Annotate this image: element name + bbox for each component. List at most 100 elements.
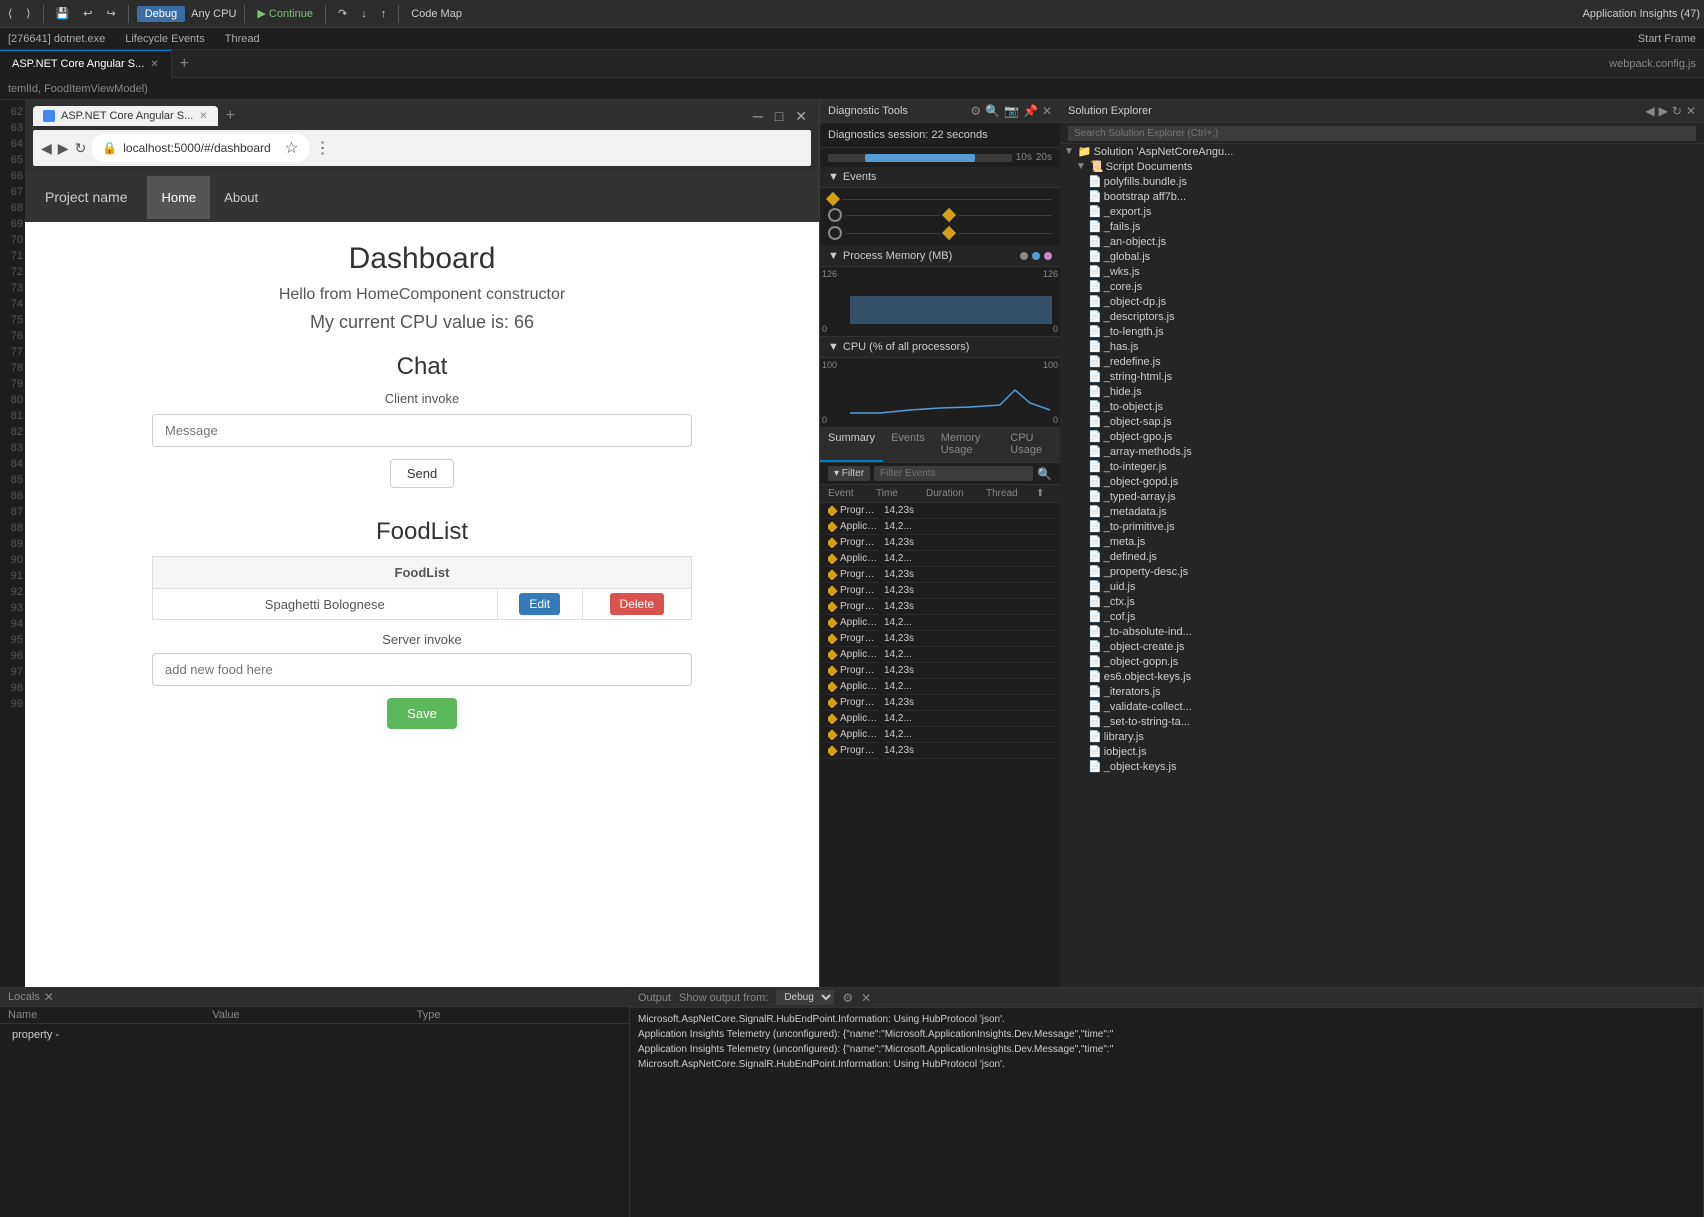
tab-aspnet[interactable]: ASP.NET Core Angular S... ✕ (0, 50, 172, 78)
file-item-2[interactable]: 📄_export.js (1060, 204, 1704, 219)
file-item-30[interactable]: 📄_to-absolute-ind... (1060, 624, 1704, 639)
file-item-0[interactable]: 📄polyfills.bundle.js (1060, 174, 1704, 189)
food-item-input[interactable] (237, 597, 413, 612)
file-item-39[interactable]: 📄_object-keys.js (1060, 759, 1704, 774)
filter-input[interactable] (874, 466, 1033, 481)
diag-tab-events[interactable]: Events (883, 428, 933, 462)
file-item-23[interactable]: 📄_to-primitive.js (1060, 519, 1704, 534)
event-item-9[interactable]: Application Insigh...14,2... (820, 647, 1060, 663)
code-map-btn[interactable]: Code Map (407, 6, 466, 22)
file-item-26[interactable]: 📄_property-desc.js (1060, 564, 1704, 579)
event-item-14[interactable]: Application Insigh...14,2... (820, 727, 1060, 743)
event-item-10[interactable]: Program Output...14,23s (820, 663, 1060, 679)
diag-pin-btn[interactable]: 📌 (1023, 104, 1038, 118)
nav-about[interactable]: About (210, 176, 272, 219)
file-item-24[interactable]: 📄_meta.js (1060, 534, 1704, 549)
file-item-21[interactable]: 📄_typed-array.js (1060, 489, 1704, 504)
browser-new-tab-btn[interactable]: + (222, 107, 239, 125)
save-btn[interactable]: 💾 (52, 5, 74, 22)
file-item-34[interactable]: 📄_iterators.js (1060, 684, 1704, 699)
event-item-5[interactable]: Program Output...14,23s (820, 583, 1060, 599)
sol-close-btn[interactable]: ✕ (1686, 104, 1696, 118)
cpu-section-header[interactable]: ▼ CPU (% of all processors) (820, 337, 1060, 358)
step-into-btn[interactable]: ↓ (357, 6, 371, 22)
event-item-1[interactable]: Application Insigh...14,2... (820, 519, 1060, 535)
sol-refresh-btn[interactable]: ↻ (1672, 104, 1682, 118)
diag-tab-cpu[interactable]: CPU Usage (1002, 428, 1060, 462)
event-item-0[interactable]: Program Output...14,23s (820, 503, 1060, 519)
file-item-13[interactable]: 📄_string-html.js (1060, 369, 1704, 384)
file-item-3[interactable]: 📄_fails.js (1060, 219, 1704, 234)
filter-search-btn[interactable]: 🔍 (1037, 467, 1052, 481)
event-item-12[interactable]: Program Output...14,23s (820, 695, 1060, 711)
event-item-3[interactable]: Application Insigh...14,2... (820, 551, 1060, 567)
file-item-22[interactable]: 📄_metadata.js (1060, 504, 1704, 519)
file-item-17[interactable]: 📄_object-gpo.js (1060, 429, 1704, 444)
browser-reload-btn[interactable]: ↻ (75, 140, 87, 157)
close-btn[interactable]: ✕ (791, 108, 811, 125)
file-item-18[interactable]: 📄_array-methods.js (1060, 444, 1704, 459)
diag-search-btn[interactable]: 🔍 (985, 104, 1000, 118)
memory-section-header[interactable]: ▼ Process Memory (MB) (820, 246, 1060, 267)
forward-btn[interactable]: ⟩ (22, 5, 34, 22)
event-item-13[interactable]: Application Insigh...14,2... (820, 711, 1060, 727)
file-item-25[interactable]: 📄_defined.js (1060, 549, 1704, 564)
file-item-29[interactable]: 📄_cof.js (1060, 609, 1704, 624)
redo-btn[interactable]: ↪ (103, 5, 120, 22)
save-food-btn[interactable]: Save (387, 698, 457, 729)
file-item-37[interactable]: 📄library.js (1060, 729, 1704, 744)
add-food-input[interactable] (152, 653, 692, 686)
event-item-8[interactable]: Program Output...14,23s (820, 631, 1060, 647)
step-out-btn[interactable]: ↑ (377, 6, 391, 22)
event-item-4[interactable]: Program Output...14,23s (820, 567, 1060, 583)
message-input[interactable] (152, 414, 692, 447)
browser-menu-btn[interactable]: ⋮ (315, 138, 331, 158)
file-item-9[interactable]: 📄_descriptors.js (1060, 309, 1704, 324)
file-item-11[interactable]: 📄_has.js (1060, 339, 1704, 354)
edit-food-btn[interactable]: Edit (519, 593, 560, 615)
event-item-11[interactable]: Application Insigh...14,2... (820, 679, 1060, 695)
file-item-27[interactable]: 📄_uid.js (1060, 579, 1704, 594)
event-item-7[interactable]: Application Insigh...14,2... (820, 615, 1060, 631)
address-input[interactable] (123, 141, 278, 155)
browser-fwd-btn[interactable]: ▶ (58, 140, 69, 157)
nav-home[interactable]: Home (147, 176, 210, 219)
browser-tab-close[interactable]: ✕ (199, 111, 207, 122)
maximize-btn[interactable]: □ (771, 108, 787, 124)
undo-btn[interactable]: ↩ (79, 5, 96, 22)
file-item-5[interactable]: 📄_global.js (1060, 249, 1704, 264)
event-item-15[interactable]: Program Output...14,23s (820, 743, 1060, 759)
browser-active-tab[interactable]: ASP.NET Core Angular S... ✕ (33, 106, 218, 126)
bookmark-btn[interactable]: ☆ (284, 138, 298, 158)
tab-close-aspnet[interactable]: ✕ (150, 59, 158, 70)
file-item-19[interactable]: 📄_to-integer.js (1060, 459, 1704, 474)
file-item-14[interactable]: 📄_hide.js (1060, 384, 1704, 399)
diag-settings-btn[interactable]: ⚙ (970, 104, 981, 118)
minimize-btn[interactable]: ─ (749, 108, 767, 124)
script-docs-item[interactable]: ▼ 📜 Script Documents (1060, 159, 1704, 174)
continue-btn[interactable]: ▶ Continue (253, 5, 317, 22)
event-item-2[interactable]: Program Output...14,23s (820, 535, 1060, 551)
send-button[interactable]: Send (390, 459, 454, 488)
browser-back-btn[interactable]: ◀ (41, 140, 52, 157)
file-item-36[interactable]: 📄_set-to-string-ta... (1060, 714, 1704, 729)
filter-dropdown-btn[interactable]: ▾ Filter (828, 466, 870, 481)
output-source-select[interactable]: Debug (776, 990, 834, 1005)
diag-camera-btn[interactable]: 📷 (1004, 104, 1019, 118)
timeline-bar[interactable] (828, 154, 1012, 162)
file-item-32[interactable]: 📄_object-gopn.js (1060, 654, 1704, 669)
file-item-33[interactable]: 📄es6.object-keys.js (1060, 669, 1704, 684)
file-item-35[interactable]: 📄_validate-collect... (1060, 699, 1704, 714)
file-item-28[interactable]: 📄_ctx.js (1060, 594, 1704, 609)
diag-tab-memory[interactable]: Memory Usage (933, 428, 1003, 462)
file-item-6[interactable]: 📄_wks.js (1060, 264, 1704, 279)
locals-close-btn[interactable]: ✕ (44, 990, 54, 1004)
solution-root[interactable]: ▼ 📁 Solution 'AspNetCoreAngu... (1060, 144, 1704, 159)
back-btn[interactable]: ⟨ (4, 5, 16, 22)
file-item-16[interactable]: 📄_object-sap.js (1060, 414, 1704, 429)
events-section-header[interactable]: ▼ Events (820, 167, 1060, 188)
file-item-7[interactable]: 📄_core.js (1060, 279, 1704, 294)
file-item-20[interactable]: 📄_object-gopd.js (1060, 474, 1704, 489)
new-tab-btn[interactable]: + (172, 55, 197, 73)
step-over-btn[interactable]: ↷ (334, 5, 351, 22)
